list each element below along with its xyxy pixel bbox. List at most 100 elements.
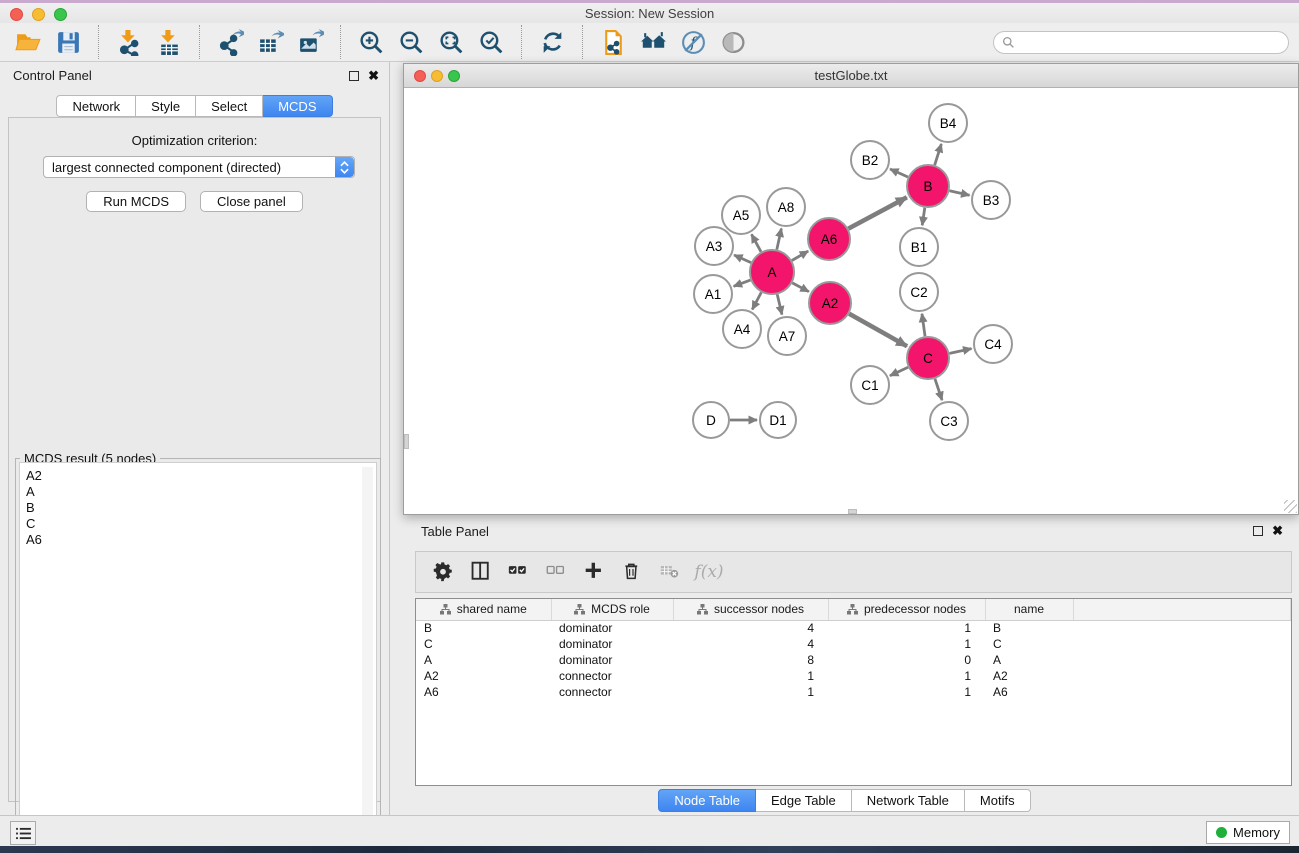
table-cell[interactable]: connector	[551, 668, 673, 684]
table-cell[interactable]: A	[416, 652, 551, 668]
select-all-checks-button[interactable]	[502, 556, 536, 588]
tab-edge-table[interactable]: Edge Table	[756, 789, 852, 812]
table-row[interactable]: Adominator80A	[416, 652, 1291, 668]
float-panel-icon[interactable]	[349, 71, 359, 81]
tab-style[interactable]: Style	[136, 95, 196, 117]
table-cell[interactable]: dominator	[551, 620, 673, 636]
network-window-titlebar[interactable]: testGlobe.txt	[404, 64, 1298, 88]
table-cell[interactable]: C	[985, 636, 1073, 652]
network-canvas[interactable]: B4B2BB3B1A5A8A6A3AA1A4A7A2C2CC4C1C3DD1	[404, 89, 1298, 514]
table-cell[interactable]: A2	[416, 668, 551, 684]
table-cell[interactable]: 0	[828, 652, 985, 668]
graph-node-A7[interactable]: A7	[768, 317, 806, 355]
horizontal-scroll-thumb[interactable]	[848, 509, 857, 514]
graph-edge-B-B3[interactable]	[949, 191, 969, 195]
graph-node-A3[interactable]: A3	[695, 227, 733, 265]
save-session-button[interactable]	[48, 25, 88, 59]
graph-edge-B-B2[interactable]	[890, 169, 908, 177]
tab-network[interactable]: Network	[56, 95, 136, 117]
result-item[interactable]: A6	[26, 532, 376, 548]
graph-node-D[interactable]: D	[693, 402, 729, 438]
column-header-successor-nodes[interactable]: successor nodes	[673, 599, 828, 620]
column-settings-button[interactable]	[426, 556, 460, 588]
graph-edge-A-A7[interactable]	[777, 294, 782, 314]
graph-edge-B-B4[interactable]	[935, 144, 942, 165]
table-cell[interactable]: dominator	[551, 652, 673, 668]
close-panel-button[interactable]: Close panel	[200, 191, 303, 212]
table-cell[interactable]: connector	[551, 684, 673, 700]
graph-edge-A-A1[interactable]	[734, 280, 751, 286]
function-builder-button[interactable]: f(x)	[692, 556, 726, 588]
zoom-selected-button[interactable]	[471, 25, 511, 59]
graph-node-B1[interactable]: B1	[900, 228, 938, 266]
network-zoom-button[interactable]	[448, 70, 460, 82]
graph-node-A8[interactable]: A8	[767, 188, 805, 226]
delete-columns-button[interactable]	[616, 556, 650, 588]
network-minimize-button[interactable]	[431, 70, 443, 82]
graph-edge-A-A2[interactable]	[792, 283, 809, 292]
titlebar[interactable]: Session: New Session	[0, 3, 1299, 23]
table-row[interactable]: Bdominator41B	[416, 620, 1291, 636]
table-cell[interactable]: C	[416, 636, 551, 652]
graph-edge-C-C2[interactable]	[922, 314, 925, 336]
result-item[interactable]: A	[26, 484, 376, 500]
search-input[interactable]	[1020, 35, 1280, 50]
result-item[interactable]: A2	[26, 468, 376, 484]
table-cell[interactable]: A6	[985, 684, 1073, 700]
import-network-button[interactable]	[109, 25, 149, 59]
graph-node-A5[interactable]: A5	[722, 196, 760, 234]
table-row[interactable]: A6connector11A6	[416, 684, 1291, 700]
node-table[interactable]: shared nameMCDS rolesuccessor nodesprede…	[415, 598, 1292, 786]
graph-node-D1[interactable]: D1	[760, 402, 796, 438]
column-header-name[interactable]: name	[985, 599, 1073, 620]
refresh-layout-button[interactable]	[532, 25, 572, 59]
table-cell[interactable]: 1	[673, 668, 828, 684]
export-table-button[interactable]	[250, 25, 290, 59]
table-cell[interactable]: A	[985, 652, 1073, 668]
graph-node-B3[interactable]: B3	[972, 181, 1010, 219]
network-close-button[interactable]	[414, 70, 426, 82]
graph-node-A1[interactable]: A1	[694, 275, 732, 313]
network-view-window[interactable]: testGlobe.txt B4B2BB3B1A5A8A6A3AA1A4A7A2…	[403, 63, 1299, 515]
table-row[interactable]: Cdominator41C	[416, 636, 1291, 652]
table-close-panel-icon[interactable]: ✖	[1272, 526, 1283, 536]
show-column-button[interactable]	[464, 556, 498, 588]
zoom-out-button[interactable]	[391, 25, 431, 59]
minimize-window-button[interactable]	[32, 8, 45, 21]
column-header-predecessor-nodes[interactable]: predecessor nodes	[828, 599, 985, 620]
tab-node-table[interactable]: Node Table	[658, 789, 756, 812]
memory-button[interactable]: Memory	[1206, 821, 1290, 844]
graph-node-A4[interactable]: A4	[723, 310, 761, 348]
table-cell[interactable]: 4	[673, 620, 828, 636]
close-panel-icon[interactable]: ✖	[368, 71, 379, 81]
tab-select[interactable]: Select	[196, 95, 263, 117]
tab-motifs[interactable]: Motifs	[965, 789, 1031, 812]
graph-edge-A2-C[interactable]	[849, 314, 907, 346]
delete-table-button[interactable]	[654, 556, 688, 588]
table-cell[interactable]: 4	[673, 636, 828, 652]
zoom-window-button[interactable]	[54, 8, 67, 21]
graph-edge-A-A3[interactable]	[734, 255, 751, 263]
resize-grip[interactable]	[1284, 500, 1297, 513]
zoom-fit-button[interactable]	[431, 25, 471, 59]
run-mcds-button[interactable]: Run MCDS	[86, 191, 186, 212]
graph-node-C2[interactable]: C2	[900, 273, 938, 311]
table-cell[interactable]: 1	[828, 620, 985, 636]
table-cell[interactable]: B	[416, 620, 551, 636]
table-row[interactable]: A2connector11A2	[416, 668, 1291, 684]
result-item[interactable]: C	[26, 516, 376, 532]
search-field[interactable]	[993, 31, 1289, 54]
graph-edge-C-C3[interactable]	[935, 379, 942, 400]
show-hide-button[interactable]	[713, 25, 753, 59]
graph-edge-A-A6[interactable]	[792, 251, 808, 260]
graph-edge-B-B1[interactable]	[922, 208, 925, 225]
graph-node-C[interactable]: C	[907, 337, 949, 379]
graph-node-B[interactable]: B	[907, 165, 949, 207]
table-float-panel-icon[interactable]	[1253, 526, 1263, 536]
close-window-button[interactable]	[10, 8, 23, 21]
graph-node-C3[interactable]: C3	[930, 402, 968, 440]
table-cell[interactable]: A2	[985, 668, 1073, 684]
column-header-shared-name[interactable]: shared name	[416, 599, 551, 620]
column-header-MCDS-role[interactable]: MCDS role	[551, 599, 673, 620]
graph-node-A2[interactable]: A2	[809, 282, 851, 324]
